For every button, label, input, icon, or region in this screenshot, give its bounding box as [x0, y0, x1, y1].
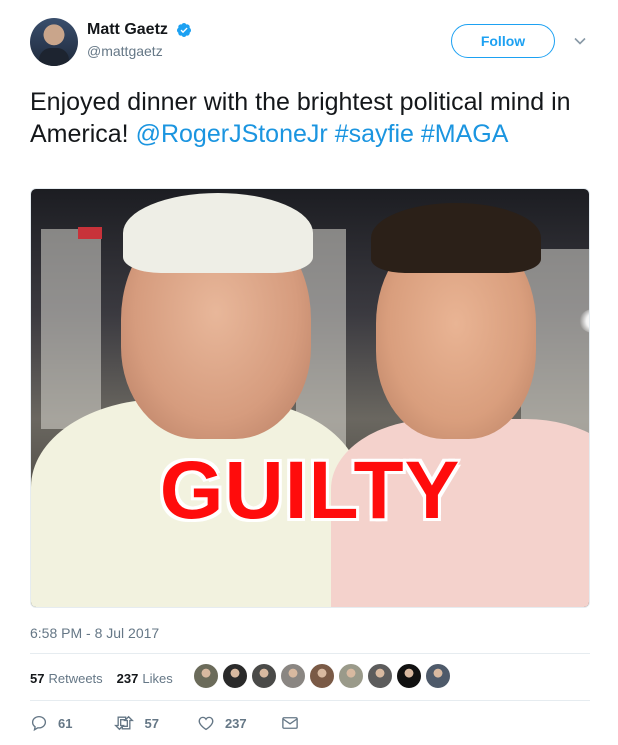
heart-icon	[198, 716, 214, 731]
guilty-overlay-text: GUILTY	[158, 444, 461, 538]
person-right-hair	[371, 203, 541, 273]
likes-count[interactable]: 237	[117, 671, 139, 686]
divider	[30, 700, 590, 701]
like-count: 237	[224, 715, 247, 731]
liker-avatars	[193, 663, 454, 689]
verified-badge-icon	[177, 23, 192, 37]
liker-avatar[interactable]	[338, 663, 364, 689]
retweets-label[interactable]: Retweets	[48, 671, 102, 686]
hashtag-link[interactable]: #MAGA	[421, 120, 509, 148]
direct-message-button[interactable]	[281, 715, 309, 731]
person-left-hair	[123, 193, 313, 273]
author-handle[interactable]: @mattgaetz	[87, 43, 192, 59]
liker-avatar[interactable]	[222, 663, 248, 689]
divider	[30, 653, 590, 654]
mention-link[interactable]: @RogerJStoneJr	[136, 120, 328, 148]
exit-sign	[78, 227, 102, 239]
reply-icon	[31, 715, 47, 732]
reply-count: 61	[58, 715, 73, 731]
retweet-count: 57	[144, 715, 159, 731]
liker-avatar[interactable]	[396, 663, 422, 689]
author-avatar[interactable]	[30, 18, 78, 66]
liker-avatar[interactable]	[425, 663, 451, 689]
liker-avatar[interactable]	[251, 663, 277, 689]
like-button[interactable]: 237	[197, 714, 247, 732]
reply-button[interactable]: 61	[30, 714, 72, 732]
chevron-down-icon[interactable]	[573, 34, 587, 48]
follow-button[interactable]: Follow	[451, 24, 555, 58]
tweet-actions: 61 57 237	[30, 714, 339, 732]
retweet-button[interactable]: 57	[114, 714, 159, 732]
retweets-count[interactable]: 57	[30, 671, 44, 686]
background-window	[41, 229, 101, 429]
liker-avatar[interactable]	[280, 663, 306, 689]
envelope-icon	[281, 717, 298, 729]
tweet-text: Enjoyed dinner with the brightest politi…	[30, 86, 590, 150]
retweet-icon	[114, 715, 135, 731]
tweet-photo[interactable]: GUILTY	[30, 188, 590, 608]
liker-avatar[interactable]	[193, 663, 219, 689]
liker-avatar[interactable]	[367, 663, 393, 689]
liker-avatar[interactable]	[309, 663, 335, 689]
tweet-timestamp[interactable]: 6:58 PM - 8 Jul 2017	[30, 625, 159, 641]
likes-label[interactable]: Likes	[142, 671, 172, 686]
tweet-stats: 57 Retweets 237 Likes	[30, 668, 187, 688]
author-display-name[interactable]: Matt Gaetz	[87, 21, 168, 39]
tweet-header: Matt Gaetz @mattgaetz Follow	[30, 18, 595, 68]
author-name-block: Matt Gaetz @mattgaetz	[87, 21, 192, 59]
hashtag-link[interactable]: #sayfie	[335, 120, 414, 148]
